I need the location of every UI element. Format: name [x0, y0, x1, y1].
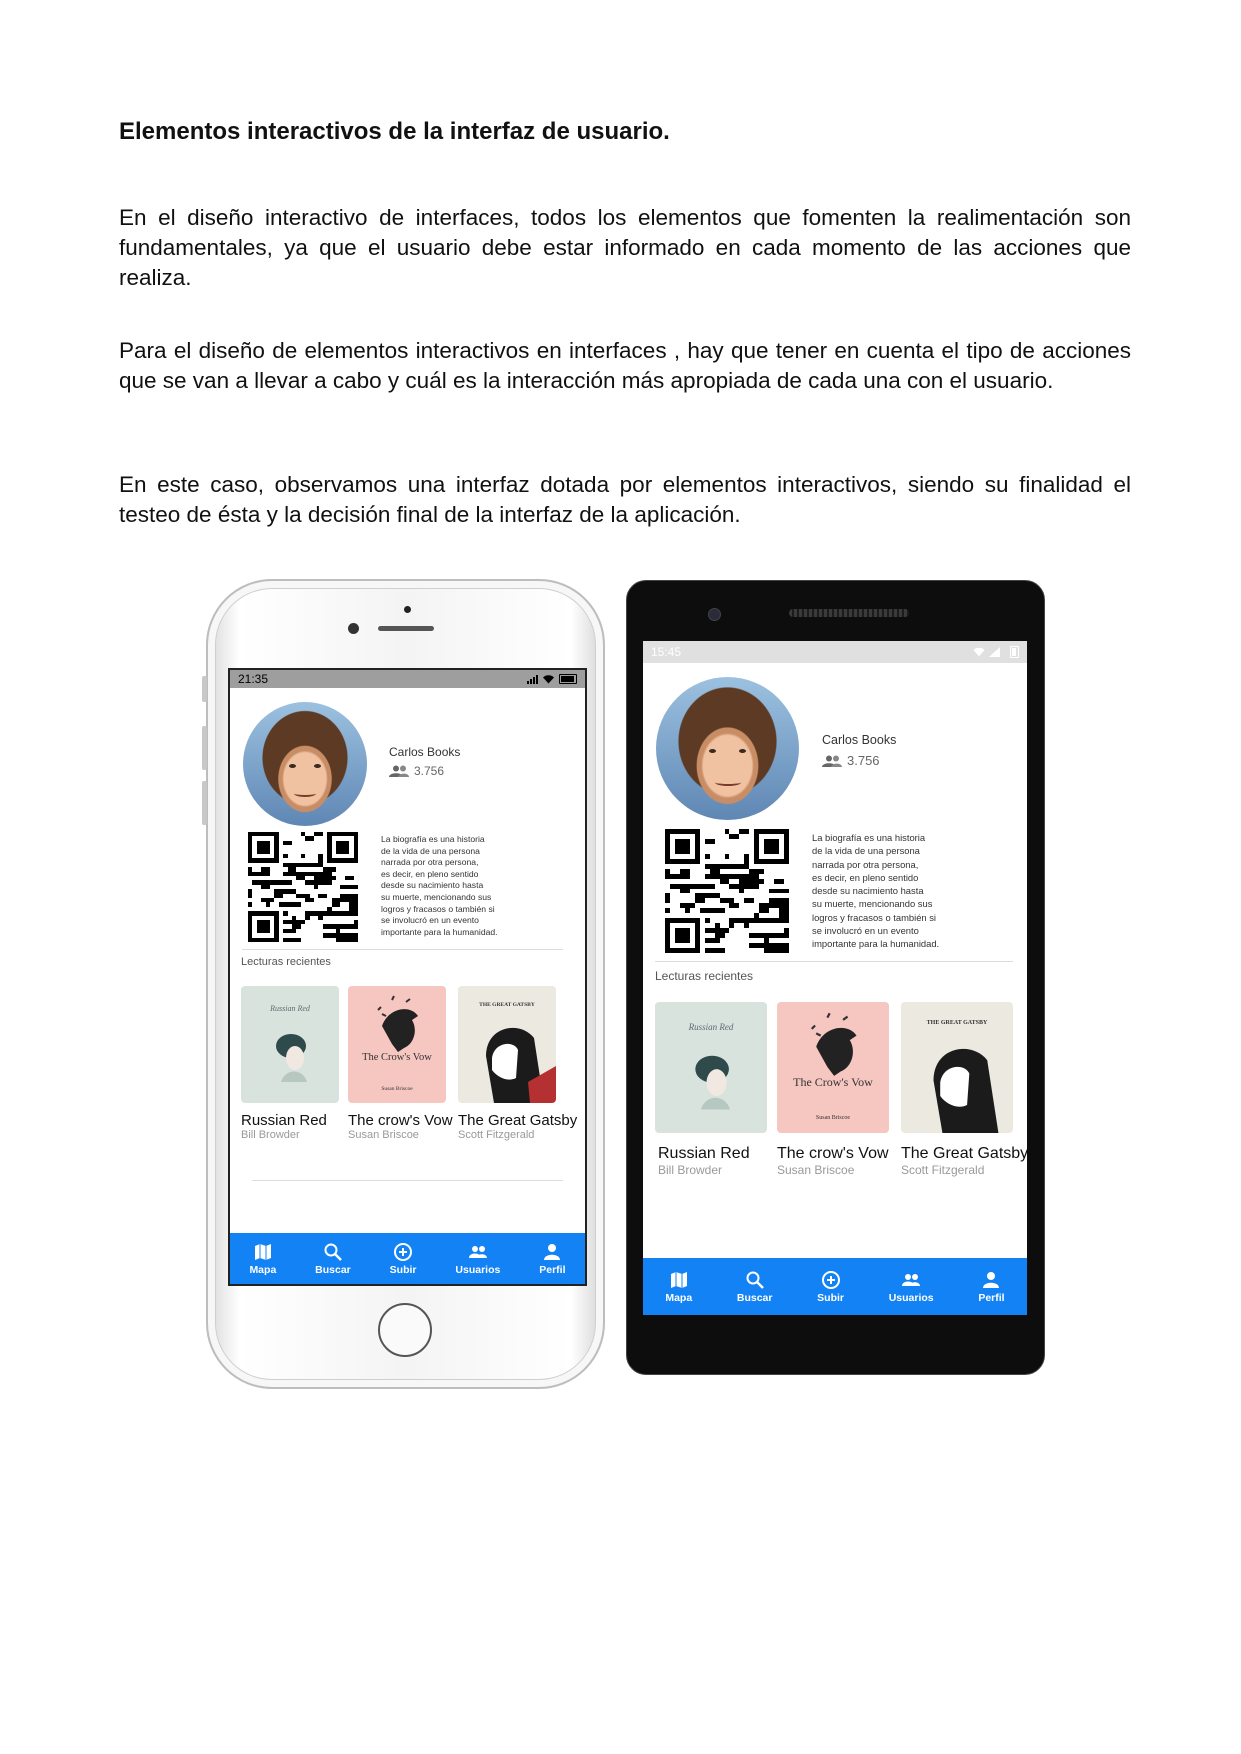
paragraph-2: Para el diseño de elementos interactivos… — [119, 338, 1131, 393]
man-silhouette-icon — [486, 1027, 556, 1103]
profile-avatar[interactable] — [656, 677, 799, 820]
status-bar: 21:35 — [230, 670, 585, 688]
book-author: Scott Fitzgerald — [901, 1163, 985, 1177]
book-card[interactable]: THE GREAT GATSBY The Great Gatsby Scott … — [901, 1002, 1027, 1177]
book-author: Scott Fitzgerald — [458, 1129, 535, 1141]
recent-reads-label: Lecturas recientes — [655, 969, 754, 983]
qr-code[interactable] — [665, 829, 789, 953]
nav-item-subir[interactable]: Subir — [817, 1270, 844, 1304]
profile-bio: La biografía es una historia de la vida d… — [381, 834, 498, 937]
book-title: The crow's Vow — [348, 1112, 453, 1129]
book-card[interactable]: THE GREAT GATSBY The Great Gatsby Scott … — [458, 986, 577, 1141]
nav-item-perfil[interactable]: Perfil — [978, 1270, 1005, 1304]
search-icon — [324, 1243, 342, 1261]
followers-count[interactable]: 3.756 — [389, 764, 444, 778]
profile-name: Carlos Books — [822, 733, 897, 747]
iphone-screen: 21:35 Carlos Books 3.756 La biografía es… — [228, 668, 587, 1286]
proximity-sensor — [404, 606, 411, 613]
earpiece-speaker — [789, 609, 909, 617]
book-cover: The Crow's Vow Susan Briscoe — [348, 986, 446, 1103]
map-icon — [254, 1243, 271, 1260]
book-author: Bill Browder — [658, 1163, 723, 1177]
followers-icon — [389, 765, 409, 777]
book-title: Russian Red — [658, 1145, 750, 1162]
divider — [242, 949, 563, 950]
status-time: 21:35 — [238, 672, 269, 686]
recent-reads-label: Lecturas recientes — [241, 956, 331, 968]
followers-value: 3.756 — [847, 753, 880, 768]
book-cover: THE GREAT GATSBY — [901, 1002, 1013, 1133]
nav-item-mapa[interactable]: Mapa — [249, 1242, 276, 1276]
book-title: Russian Red — [241, 1112, 327, 1129]
book-author: Susan Briscoe — [777, 1163, 855, 1177]
followers-icon — [822, 755, 842, 767]
add-circle-icon — [394, 1242, 413, 1261]
status-time: 15:45 — [651, 645, 682, 659]
divider — [252, 1180, 563, 1181]
divider — [655, 961, 1013, 962]
map-icon — [670, 1271, 687, 1288]
add-circle-icon — [821, 1270, 840, 1289]
book-title: The Great Gatsby — [901, 1145, 1027, 1162]
woman-portrait-icon — [276, 1034, 307, 1082]
profile-avatar[interactable] — [243, 702, 367, 826]
iphone-mockup: 21:35 Carlos Books 3.756 La biografía es… — [202, 579, 605, 1389]
followers-count[interactable]: 3.756 — [822, 753, 880, 768]
book-cover: Russian Red — [655, 1002, 767, 1133]
android-mockup: 15:45 Carlos Books 3.756 La biografía es… — [626, 580, 1045, 1375]
book-title: The crow's Vow — [777, 1145, 889, 1162]
search-icon — [746, 1271, 764, 1289]
book-card[interactable]: Russian Red Russian Red Bill Browder — [655, 1002, 767, 1177]
qr-code[interactable] — [248, 832, 358, 942]
woman-portrait-icon — [695, 1055, 731, 1110]
book-card[interactable]: The Crow's Vow Susan Briscoe The crow's … — [777, 1002, 889, 1177]
book-card[interactable]: Russian Red Russian Red Bill Browder — [241, 986, 339, 1141]
bottom-navigation: Mapa Buscar Subir Usuarios Perfil — [230, 1233, 585, 1284]
wifi-icon — [543, 675, 554, 684]
book-cover: Russian Red — [241, 986, 339, 1103]
book-author: Bill Browder — [241, 1129, 300, 1141]
profile-name: Carlos Books — [389, 745, 461, 759]
android-screen: 15:45 Carlos Books 3.756 La biografía es… — [643, 641, 1027, 1315]
book-cover: THE GREAT GATSBY — [458, 986, 556, 1103]
document-title: Elementos interactivos de la interfaz de… — [119, 118, 670, 145]
front-camera — [708, 608, 721, 621]
paragraph-1: En el diseño interactivo de interfaces, … — [119, 205, 1131, 290]
users-icon — [468, 1245, 487, 1258]
signal-icon — [989, 647, 1000, 657]
paragraph-3: En este caso, observamos una interfaz do… — [119, 472, 1131, 527]
person-icon — [544, 1243, 561, 1260]
signal-icon — [527, 674, 538, 684]
book-card[interactable]: The Crow's Vow Susan Briscoe The crow's … — [348, 986, 453, 1141]
volume-up-button — [202, 726, 207, 770]
book-title: The Great Gatsby — [458, 1112, 578, 1129]
wifi-icon — [973, 647, 985, 657]
battery-icon — [559, 674, 577, 684]
nav-item-mapa[interactable]: Mapa — [665, 1270, 692, 1304]
crow-icon — [810, 1012, 857, 1076]
man-silhouette-icon — [933, 1048, 999, 1133]
nav-item-usuarios[interactable]: Usuarios — [455, 1242, 500, 1276]
home-button[interactable] — [378, 1303, 432, 1357]
nav-item-buscar[interactable]: Buscar — [737, 1270, 772, 1304]
profile-bio: La biografía es una historia de la vida d… — [812, 832, 940, 950]
nav-item-buscar[interactable]: Buscar — [315, 1242, 351, 1276]
mute-switch — [202, 676, 207, 702]
earpiece-speaker — [378, 626, 434, 631]
nav-item-usuarios[interactable]: Usuarios — [889, 1270, 934, 1304]
users-icon — [902, 1273, 921, 1286]
book-author: Susan Briscoe — [348, 1129, 419, 1141]
nav-item-perfil[interactable]: Perfil — [539, 1242, 566, 1276]
status-bar: 15:45 — [643, 641, 1027, 663]
person-icon — [983, 1271, 1000, 1288]
front-camera — [348, 623, 359, 634]
followers-value: 3.756 — [414, 764, 445, 778]
battery-icon — [1010, 646, 1019, 658]
nav-item-subir[interactable]: Subir — [390, 1242, 417, 1276]
bottom-navigation: Mapa Buscar Subir Usuarios Perfil — [643, 1258, 1027, 1315]
volume-down-button — [202, 781, 207, 825]
book-cover: The Crow's Vow Susan Briscoe — [777, 1002, 889, 1133]
